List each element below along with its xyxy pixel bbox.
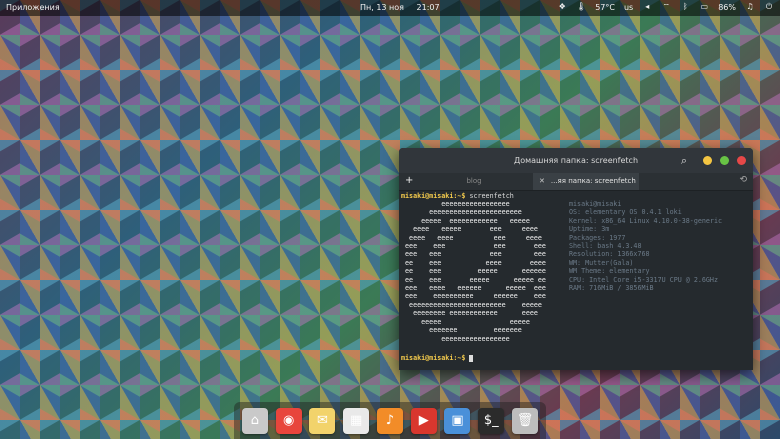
cursor [469,354,474,362]
logo-line: eee eee eee eee [401,250,546,259]
clock-date: Пн, 13 ноя [360,3,404,12]
logo-line: eeeee eeeeeeeeeeee eeeee [401,216,530,225]
info-user: misaki@misaki [569,200,622,208]
videos-icon[interactable]: ▶ [410,407,437,434]
prompt: misaki@misaki:~$ [401,192,466,200]
temperature-indicator[interactable]: 57°C [595,3,615,12]
end-prompt-text: misaki@misaki:~$ [401,354,466,362]
logo-line: eee eee eee eee [401,242,546,251]
logo-line: eeee eeeee eee eeee [401,225,538,234]
command-text: screenfetch [469,192,514,200]
end-prompt[interactable]: misaki@misaki:~$ [401,354,474,362]
clock-time: 21:07 [416,3,440,12]
info-row: Uptime: 3m [569,225,722,233]
info-value: x86_64 Linux 4.10.0-38-generic [601,216,723,225]
terminal-window[interactable]: Домашняя папка: screenfetch ⌕ + blog ✕..… [399,148,753,370]
close-tab-icon[interactable]: ✕ [539,177,545,185]
logo-line: eeeeeeee eeeeeeeeeeee eeee [401,309,538,318]
logo-line: eeeeeee eeeeeee [401,326,522,335]
dock: ⌂ ◉ ✉ ▦ ♪ ▶ ▣ $_ 🗑 [234,402,546,439]
info-value: 716MiB / 3856MiB [589,284,654,293]
info-value: elementary OS 0.4.1 loki [585,208,682,217]
mail-icon[interactable]: ✉ [309,407,336,434]
photos-icon[interactable]: ▣ [444,407,471,434]
logo-line: eeeee eeeee [401,317,530,326]
info-key: Shell: [569,242,598,251]
thermometer-icon[interactable]: 🌡 [576,2,586,12]
terminal-titlebar[interactable]: Домашняя папка: screenfetch ⌕ [399,148,753,173]
info-key: RAM: [569,284,590,293]
dropbox-icon[interactable]: ❖ [557,2,567,12]
volume-icon[interactable]: ◂ [642,2,652,12]
info-row: WM Theme: elementary [569,267,722,275]
info-value: elementary [609,267,650,276]
search-icon[interactable]: ⌕ [681,154,687,168]
info-row: RAM: 716MiB / 3856MiB [569,284,722,292]
info-value: 3m [601,225,610,234]
logo-line: eeee eeee eee eeee [401,233,542,242]
info-key: Resolution: [569,250,618,259]
info-key: WM: [569,258,586,267]
history-icon[interactable]: ⟲ [739,175,747,185]
info-key: WM Theme: [569,267,610,276]
logo-line: eeeeeeeeeeeeeeeee [401,200,510,208]
info-row: Shell: bash 4.3.48 [569,242,722,250]
battery-icon[interactable]: ▭ [699,2,709,12]
info-key: OS: [569,208,586,217]
notifications-icon[interactable]: ♫ [745,2,755,12]
tab-label: ...яя папка: screenfetch [550,177,636,185]
tab-screenfetch[interactable]: ✕ ...яя папка: screenfetch [533,173,639,190]
window-title: Домашняя папка: screenfetch [513,156,639,165]
elementary-logo: eeeeeeeeeeeeeeeee eeeeeeeeeeeeeeeeeeeeee… [401,200,546,343]
info-row: OS: elementary OS 0.4.1 loki [569,208,722,216]
logo-line: eee eeeeeeeeee eeeeee eee [401,292,546,301]
info-row: Packages: 1977 [569,234,722,242]
logo-line: ee eee eeee eeee [401,258,546,267]
battery-percentage[interactable]: 86% [718,3,736,12]
info-row: Resolution: 1366x768 [569,250,722,258]
top-panel: Приложения Пн, 13 ноя 21:07 ❖ 🌡 57°C us … [0,0,780,16]
info-key: Uptime: [569,225,602,234]
music-icon[interactable]: ♪ [376,407,403,434]
info-row: WM: Mutter(Gala) [569,259,722,267]
system-tray: ❖ 🌡 57°C us ◂ ⌔ ᛒ ▭ 86% ♫ ⏻ [557,2,774,12]
wifi-icon[interactable]: ⌔ [661,2,671,12]
system-info: misaki@misaki OS: elementary OS 0.4.1 lo… [569,200,722,292]
new-tab-button[interactable]: + [405,175,413,186]
calendar-icon[interactable]: ▦ [343,407,370,434]
tab-bar: + blog ✕ ...яя папка: screenfetch ⟲ [399,173,753,191]
info-row: Kernel: x86_64 Linux 4.10.0-38-generic [569,217,722,225]
tab-blog[interactable]: blog [419,173,529,190]
logo-line: ee eee eeeee eeeee ee [401,275,546,284]
info-value: Intel Core i5-3317U CPU @ 2.6GHz [589,275,718,284]
info-value: Mutter(Gala) [585,258,634,267]
info-key: Packages: [569,233,610,242]
logo-line: eeeeeeeeeeeeeeeeeeeeeeee eeeee [401,300,542,309]
close-button[interactable] [737,156,746,165]
logo-line: eeeeeeeeeeeeeeeee [401,334,510,343]
info-key: CPU: [569,275,590,284]
info-key: Kernel: [569,216,602,225]
info-value: 1977 [609,233,626,242]
maximize-button[interactable] [720,156,729,165]
files-icon[interactable]: ⌂ [241,407,268,434]
logo-line: eee eeee eeeeee eeeee eee [401,284,546,293]
logo-line: ee eee eeeee eeeeee [401,267,546,276]
info-value: 1366x768 [617,250,650,259]
minimize-button[interactable] [703,156,712,165]
trash-icon[interactable]: 🗑 [512,407,538,434]
info-value: bash 4.3.48 [597,242,642,251]
logo-line: eeeeeeeeeeeeeeeeeeeeeee [401,208,522,217]
power-icon[interactable]: ⏻ [764,2,774,12]
bluetooth-icon[interactable]: ᛒ [680,2,690,12]
chrome-icon[interactable]: ◉ [275,407,302,434]
keyboard-layout-indicator[interactable]: us [624,3,633,12]
info-row: CPU: Intel Core i5-3317U CPU @ 2.6GHz [569,276,722,284]
terminal-icon[interactable]: $_ [478,407,505,434]
clock[interactable]: Пн, 13 ноя 21:07 [360,3,450,12]
applications-menu[interactable]: Приложения [6,3,60,12]
